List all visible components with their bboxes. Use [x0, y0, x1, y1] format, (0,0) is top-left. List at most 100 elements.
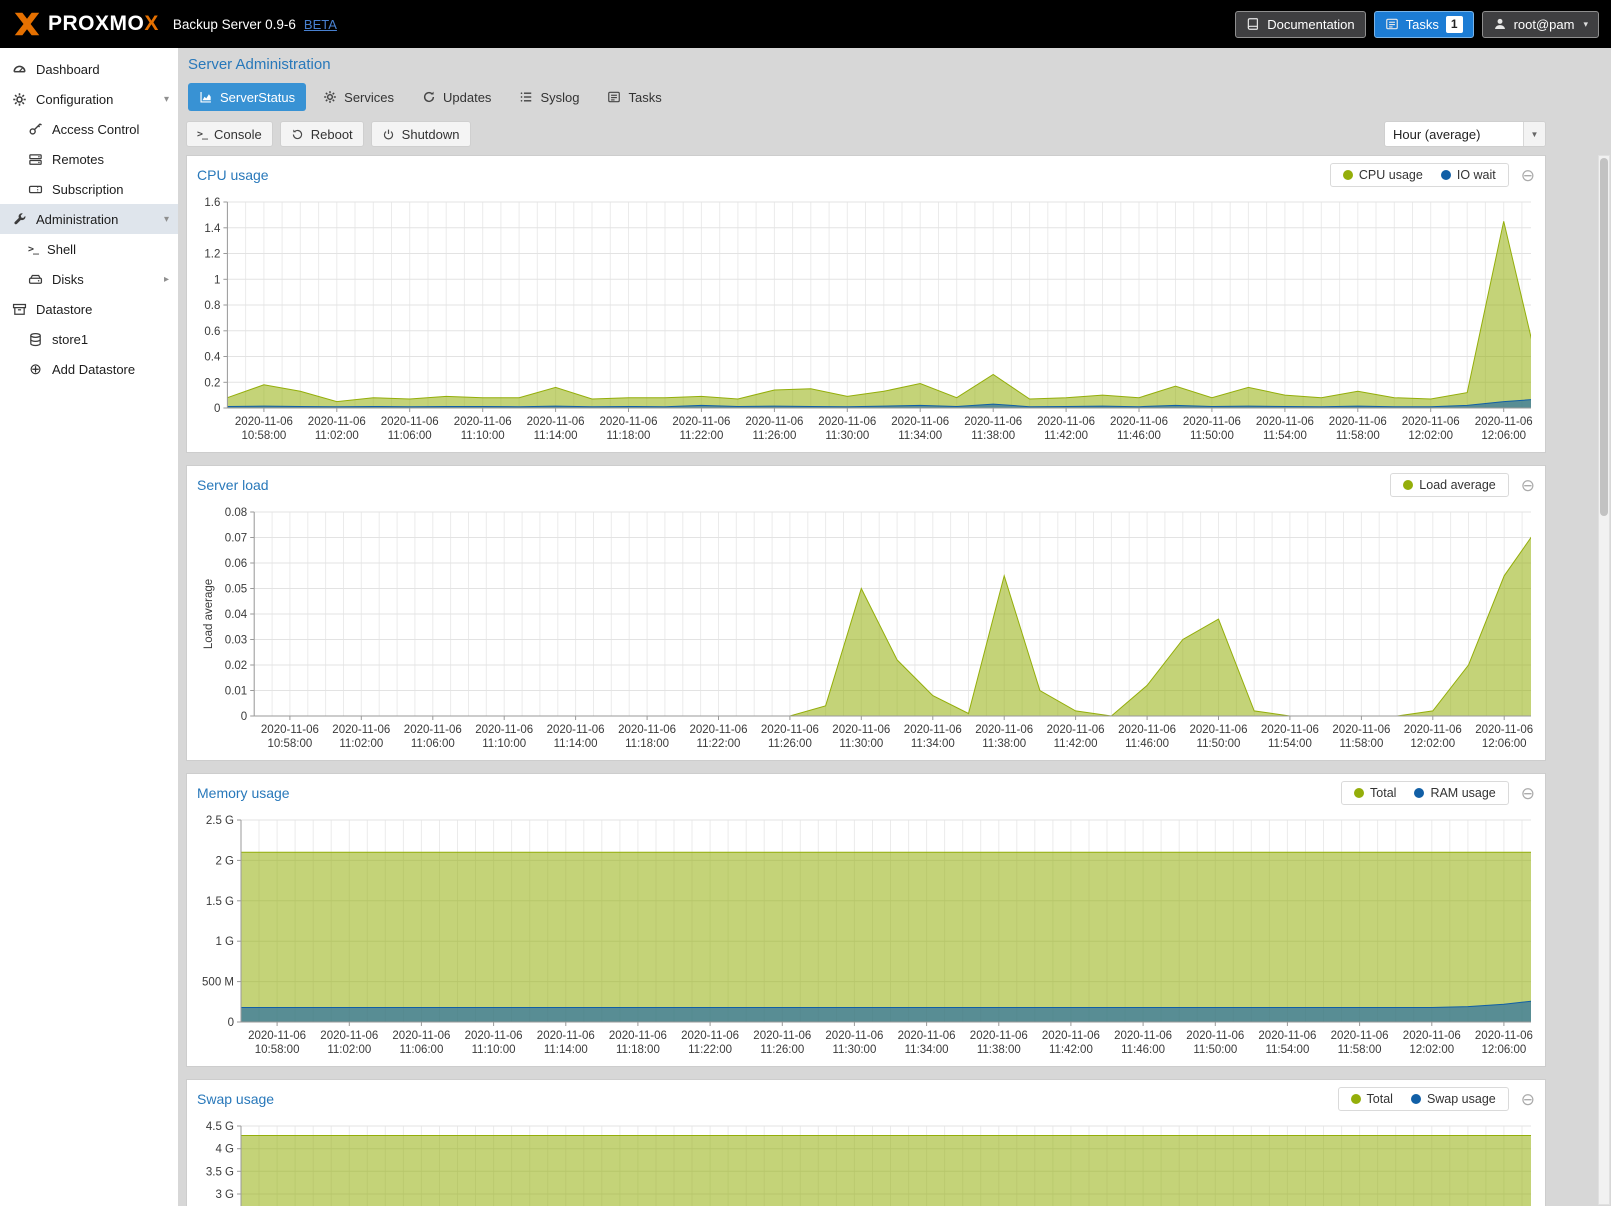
- hdd-icon: [28, 272, 43, 287]
- svg-text:1: 1: [214, 274, 220, 286]
- svg-text:3.5 G: 3.5 G: [206, 1166, 234, 1178]
- chevron-down-icon[interactable]: ▼: [1523, 122, 1545, 146]
- sidebar-item-disks[interactable]: Disks ▸: [0, 264, 178, 294]
- chevron-down-icon[interactable]: ▾: [164, 94, 169, 105]
- svg-text:11:42:00: 11:42:00: [1044, 430, 1088, 442]
- tab-syslog[interactable]: Syslog: [508, 83, 590, 111]
- shutdown-button[interactable]: Shutdown: [371, 121, 471, 147]
- collapse-icon[interactable]: ⊖: [1521, 785, 1535, 802]
- proxmox-logo[interactable]: PROXMOX: [12, 9, 159, 39]
- sidebar-item-subscription[interactable]: Subscription: [0, 174, 178, 204]
- collapse-icon[interactable]: ⊖: [1521, 167, 1535, 184]
- swap-usage-panel: Swap usage Total Swap usage ⊖ 0500 M1 G1…: [186, 1079, 1546, 1206]
- documentation-button[interactable]: Documentation: [1235, 11, 1365, 38]
- user-menu-button[interactable]: root@pam ▾: [1482, 11, 1599, 38]
- svg-text:11:50:00: 11:50:00: [1193, 1044, 1237, 1056]
- sidebar-item-access-control[interactable]: Access Control: [0, 114, 178, 144]
- collapse-icon[interactable]: ⊖: [1521, 477, 1535, 494]
- svg-text:11:02:00: 11:02:00: [339, 738, 383, 750]
- svg-text:Load average: Load average: [203, 579, 215, 649]
- chevron-right-icon[interactable]: ▸: [164, 274, 169, 285]
- svg-text:11:50:00: 11:50:00: [1197, 738, 1241, 750]
- scrollbar-thumb[interactable]: [1600, 158, 1608, 516]
- svg-text:2020-11-06: 2020-11-06: [1183, 416, 1241, 428]
- svg-text:2020-11-06: 2020-11-06: [1190, 724, 1248, 736]
- legend-item: Swap usage: [1411, 1092, 1496, 1106]
- svg-text:2 G: 2 G: [215, 855, 234, 867]
- svg-text:11:38:00: 11:38:00: [971, 430, 1015, 442]
- svg-text:11:10:00: 11:10:00: [461, 430, 505, 442]
- sidebar-item-dashboard[interactable]: Dashboard: [0, 54, 178, 84]
- svg-text:11:22:00: 11:22:00: [688, 1044, 732, 1056]
- svg-text:11:22:00: 11:22:00: [679, 430, 723, 442]
- sidebar-item-administration[interactable]: Administration ▾: [0, 204, 178, 234]
- key-icon: [28, 122, 43, 137]
- sidebar-item-configuration[interactable]: Configuration ▾: [0, 84, 178, 114]
- svg-text:12:02:00: 12:02:00: [1410, 738, 1455, 750]
- collapse-icon[interactable]: ⊖: [1521, 1091, 1535, 1108]
- vertical-scrollbar[interactable]: [1598, 155, 1610, 1205]
- sidebar-item-remotes[interactable]: Remotes: [0, 144, 178, 174]
- svg-text:2020-11-06: 2020-11-06: [547, 724, 605, 736]
- svg-text:10:58:00: 10:58:00: [242, 430, 287, 442]
- tasks-button[interactable]: Tasks 1: [1374, 11, 1474, 38]
- terminal-icon: >_: [197, 129, 207, 140]
- tab-tasks[interactable]: Tasks: [596, 83, 672, 111]
- svg-text:2020-11-06: 2020-11-06: [898, 1030, 956, 1042]
- svg-text:0.02: 0.02: [225, 660, 247, 672]
- svg-text:11:26:00: 11:26:00: [760, 1044, 804, 1056]
- tab-serverstatus[interactable]: ServerStatus: [188, 83, 306, 111]
- svg-text:11:02:00: 11:02:00: [327, 1044, 371, 1056]
- svg-text:2020-11-06: 2020-11-06: [537, 1030, 595, 1042]
- legend-item: IO wait: [1441, 168, 1496, 182]
- svg-text:11:58:00: 11:58:00: [1338, 1044, 1382, 1056]
- svg-text:2020-11-06: 2020-11-06: [832, 724, 890, 736]
- archive-icon: [12, 302, 27, 317]
- main-content: Server Administration ServerStatus Servi…: [178, 48, 1611, 1206]
- panel-title: Memory usage: [197, 785, 290, 801]
- svg-text:11:26:00: 11:26:00: [752, 430, 796, 442]
- gear-icon: [323, 90, 337, 104]
- svg-text:2020-11-06: 2020-11-06: [1256, 416, 1314, 428]
- svg-text:12:02:00: 12:02:00: [1408, 430, 1453, 442]
- sidebar-item-datastore[interactable]: Datastore: [0, 294, 178, 324]
- sidebar-item-add-datastore[interactable]: ⊕ Add Datastore: [0, 354, 178, 384]
- chevron-down-icon: ▾: [1583, 19, 1588, 30]
- svg-text:3 G: 3 G: [215, 1189, 234, 1201]
- legend-item: Total: [1351, 1092, 1393, 1106]
- sidebar-item-store1[interactable]: store1: [0, 324, 178, 354]
- svg-text:11:34:00: 11:34:00: [898, 430, 942, 442]
- svg-text:11:50:00: 11:50:00: [1190, 430, 1234, 442]
- swap-usage-chart: 0500 M1 G1.5 G2 G2.5 G3 G3.5 G4 G4.5 G20…: [187, 1118, 1545, 1206]
- tasks-icon: [1385, 17, 1399, 31]
- svg-text:11:18:00: 11:18:00: [607, 430, 651, 442]
- reboot-button[interactable]: Reboot: [280, 121, 364, 147]
- beta-link[interactable]: BETA: [304, 17, 337, 32]
- svg-text:2020-11-06: 2020-11-06: [1042, 1030, 1100, 1042]
- topbar-actions: Documentation Tasks 1 root@pam ▾: [1235, 11, 1599, 38]
- svg-text:4.5 G: 4.5 G: [206, 1121, 234, 1133]
- chevron-down-icon[interactable]: ▾: [164, 214, 169, 225]
- timeframe-select[interactable]: Hour (average) ▼: [1384, 121, 1546, 147]
- svg-text:2020-11-06: 2020-11-06: [904, 724, 962, 736]
- svg-text:0: 0: [228, 1017, 234, 1029]
- memory-usage-panel: Memory usage Total RAM usage ⊖ 0500 M1 G…: [186, 773, 1546, 1067]
- gauge-icon: [12, 62, 27, 77]
- svg-text:11:58:00: 11:58:00: [1339, 738, 1383, 750]
- svg-text:0.03: 0.03: [225, 635, 247, 647]
- svg-text:10:58:00: 10:58:00: [255, 1044, 300, 1056]
- wrench-icon: [12, 212, 27, 227]
- sidebar-item-shell[interactable]: >_ Shell: [0, 234, 178, 264]
- console-button[interactable]: >_ Console: [186, 121, 273, 147]
- svg-text:2020-11-06: 2020-11-06: [964, 416, 1022, 428]
- svg-text:2020-11-06: 2020-11-06: [527, 416, 585, 428]
- svg-text:2020-11-06: 2020-11-06: [761, 724, 819, 736]
- svg-text:4 G: 4 G: [215, 1144, 234, 1156]
- svg-text:500 M: 500 M: [202, 977, 234, 989]
- svg-text:2020-11-06: 2020-11-06: [465, 1030, 523, 1042]
- legend-dot: [1354, 788, 1364, 798]
- tab-updates[interactable]: Updates: [411, 83, 502, 111]
- tasks-count-badge: 1: [1446, 16, 1463, 33]
- tab-services[interactable]: Services: [312, 83, 405, 111]
- svg-text:0.01: 0.01: [225, 686, 247, 698]
